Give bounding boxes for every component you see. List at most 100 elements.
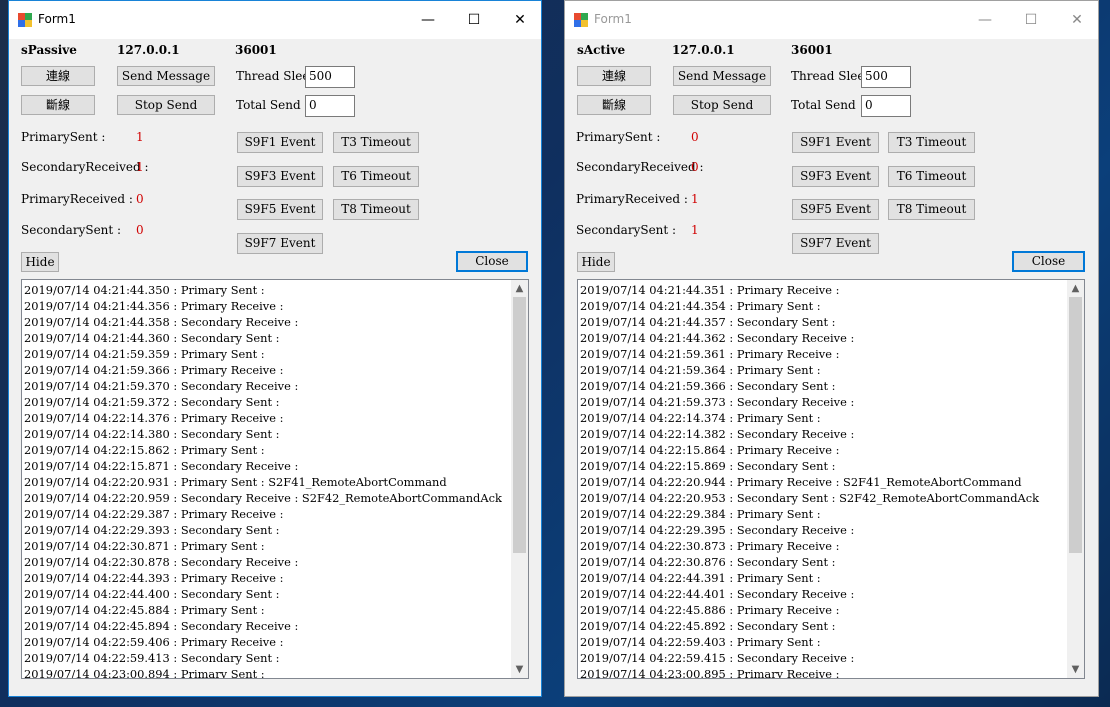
log-scrollbar[interactable]: ▲ ▼ [1067, 280, 1084, 678]
secondary-sent-value: 0 [136, 223, 144, 237]
log-line: 2019/07/14 04:22:20.944 : Primary Receiv… [580, 475, 1022, 489]
stop-send-button[interactable]: Stop Send [117, 95, 215, 115]
log-line: 2019/07/14 04:22:15.862 : Primary Sent : [24, 443, 265, 457]
log-line: 2019/07/14 04:22:14.374 : Primary Sent : [580, 411, 821, 425]
log-line: 2019/07/14 04:21:44.362 : Secondary Rece… [580, 331, 855, 345]
t3-timeout-button[interactable]: T3 Timeout [333, 132, 419, 153]
log-lines: 2019/07/14 04:21:44.351 : Primary Receiv… [580, 282, 1066, 678]
t3-timeout-button[interactable]: T3 Timeout [888, 132, 975, 153]
t8-timeout-button[interactable]: T8 Timeout [333, 199, 419, 220]
primary-sent-value: 1 [136, 130, 144, 144]
s9f7-event-button[interactable]: S9F7 Event [792, 233, 879, 254]
form1-window-active: Form1 — ☐ ✕ sActive 127.0.0.1 36001 連線 S… [564, 0, 1099, 697]
disconnect-button[interactable]: 斷線 [577, 95, 651, 115]
hide-button[interactable]: Hide [577, 252, 615, 272]
stop-send-button[interactable]: Stop Send [673, 95, 771, 115]
ip-label: 127.0.0.1 [672, 43, 735, 57]
log-line: 2019/07/14 04:21:59.372 : Secondary Sent… [24, 395, 280, 409]
log-line: 2019/07/14 04:22:14.376 : Primary Receiv… [24, 411, 284, 425]
s9f3-event-button[interactable]: S9F3 Event [792, 166, 879, 187]
minimize-icon[interactable]: — [405, 1, 451, 39]
title-bar[interactable]: Form1 — ☐ ✕ [565, 1, 1098, 39]
log-line: 2019/07/14 04:23:00.894 : Primary Sent : [24, 667, 265, 679]
scroll-thumb[interactable] [513, 297, 526, 553]
s9f1-event-button[interactable]: S9F1 Event [792, 132, 879, 153]
thread-sleep-input[interactable]: 500 [861, 66, 911, 88]
s9f1-event-button[interactable]: S9F1 Event [237, 132, 323, 153]
secondary-sent-label: SecondarySent : [21, 223, 122, 237]
send-message-button[interactable]: Send Message [673, 66, 771, 86]
log-line: 2019/07/14 04:22:44.400 : Secondary Sent… [24, 587, 280, 601]
log-line: 2019/07/14 04:22:30.876 : Secondary Sent… [580, 555, 836, 569]
log-line: 2019/07/14 04:22:30.878 : Secondary Rece… [24, 555, 299, 569]
log-line: 2019/07/14 04:21:59.359 : Primary Sent : [24, 347, 265, 361]
total-send-input[interactable]: 0 [305, 95, 355, 117]
log-line: 2019/07/14 04:22:59.415 : Secondary Rece… [580, 651, 855, 665]
log-line: 2019/07/14 04:21:44.360 : Secondary Sent… [24, 331, 280, 345]
s9f5-event-button[interactable]: S9F5 Event [237, 199, 323, 220]
secondary-received-value: 1 [136, 160, 144, 174]
log-line: 2019/07/14 04:22:44.391 : Primary Sent : [580, 571, 821, 585]
log-line: 2019/07/14 04:21:59.370 : Secondary Rece… [24, 379, 299, 393]
log-line: 2019/07/14 04:21:59.373 : Secondary Rece… [580, 395, 855, 409]
secondary-received-value: 0 [691, 160, 699, 174]
total-send-label: Total Send [791, 98, 856, 112]
log-line: 2019/07/14 04:21:44.358 : Secondary Rece… [24, 315, 299, 329]
log-scrollbar[interactable]: ▲ ▼ [511, 280, 528, 678]
maximize-icon[interactable]: ☐ [1008, 1, 1054, 39]
close-window-icon[interactable]: ✕ [497, 1, 543, 39]
scroll-up-icon[interactable]: ▲ [1067, 280, 1084, 297]
minimize-icon[interactable]: — [962, 1, 1008, 39]
log-line: 2019/07/14 04:22:29.384 : Primary Sent : [580, 507, 821, 521]
maximize-icon[interactable]: ☐ [451, 1, 497, 39]
log-line: 2019/07/14 04:22:20.953 : Secondary Sent… [580, 491, 1040, 505]
s9f5-event-button[interactable]: S9F5 Event [792, 199, 879, 220]
log-line: 2019/07/14 04:22:30.873 : Primary Receiv… [580, 539, 840, 553]
scroll-up-icon[interactable]: ▲ [511, 280, 528, 297]
thread-sleep-label: Thread Sleep [791, 69, 873, 83]
secondary-sent-value: 1 [691, 223, 699, 237]
log-line: 2019/07/14 04:22:45.892 : Secondary Sent… [580, 619, 836, 633]
title-bar[interactable]: Form1 — ☐ ✕ [9, 1, 541, 39]
log-line: 2019/07/14 04:21:59.366 : Primary Receiv… [24, 363, 284, 377]
log-lines: 2019/07/14 04:21:44.350 : Primary Sent :… [24, 282, 510, 679]
log-line: 2019/07/14 04:22:44.401 : Secondary Rece… [580, 587, 855, 601]
primary-received-label: PrimaryReceived : [576, 192, 688, 206]
close-button[interactable]: Close [1012, 251, 1085, 272]
total-send-label: Total Send [236, 98, 301, 112]
log-line: 2019/07/14 04:22:59.406 : Primary Receiv… [24, 635, 284, 649]
s9f3-event-button[interactable]: S9F3 Event [237, 166, 323, 187]
scroll-down-icon[interactable]: ▼ [511, 661, 528, 678]
form1-window-passive: Form1 — ☐ ✕ sPassive 127.0.0.1 36001 連線 … [8, 0, 542, 697]
log-line: 2019/07/14 04:22:45.894 : Secondary Rece… [24, 619, 299, 633]
log-line: 2019/07/14 04:22:14.382 : Secondary Rece… [580, 427, 855, 441]
log-line: 2019/07/14 04:21:44.354 : Primary Sent : [580, 299, 821, 313]
primary-received-value: 0 [136, 192, 144, 206]
thread-sleep-input[interactable]: 500 [305, 66, 355, 88]
disconnect-button[interactable]: 斷線 [21, 95, 95, 115]
connect-button[interactable]: 連線 [21, 66, 95, 86]
app-icon [18, 13, 32, 27]
t6-timeout-button[interactable]: T6 Timeout [333, 166, 419, 187]
t8-timeout-button[interactable]: T8 Timeout [888, 199, 975, 220]
secondary-sent-label: SecondarySent : [576, 223, 677, 237]
log-textbox[interactable]: 2019/07/14 04:21:44.351 : Primary Receiv… [577, 279, 1085, 679]
scroll-down-icon[interactable]: ▼ [1067, 661, 1084, 678]
port-label: 36001 [791, 43, 833, 57]
t6-timeout-button[interactable]: T6 Timeout [888, 166, 975, 187]
log-line: 2019/07/14 04:22:15.864 : Primary Receiv… [580, 443, 840, 457]
log-line: 2019/07/14 04:21:44.357 : Secondary Sent… [580, 315, 836, 329]
log-line: 2019/07/14 04:21:59.366 : Secondary Sent… [580, 379, 836, 393]
total-send-input[interactable]: 0 [861, 95, 911, 117]
connect-button[interactable]: 連線 [577, 66, 651, 86]
primary-received-value: 1 [691, 192, 699, 206]
close-button[interactable]: Close [456, 251, 528, 272]
s9f7-event-button[interactable]: S9F7 Event [237, 233, 323, 254]
scroll-thumb[interactable] [1069, 297, 1082, 553]
close-window-icon[interactable]: ✕ [1054, 1, 1100, 39]
log-line: 2019/07/14 04:22:29.387 : Primary Receiv… [24, 507, 284, 521]
hide-button[interactable]: Hide [21, 252, 59, 272]
log-textbox[interactable]: 2019/07/14 04:21:44.350 : Primary Sent :… [21, 279, 529, 679]
send-message-button[interactable]: Send Message [117, 66, 215, 86]
secondary-received-label: SecondaryReceived : [576, 160, 704, 174]
